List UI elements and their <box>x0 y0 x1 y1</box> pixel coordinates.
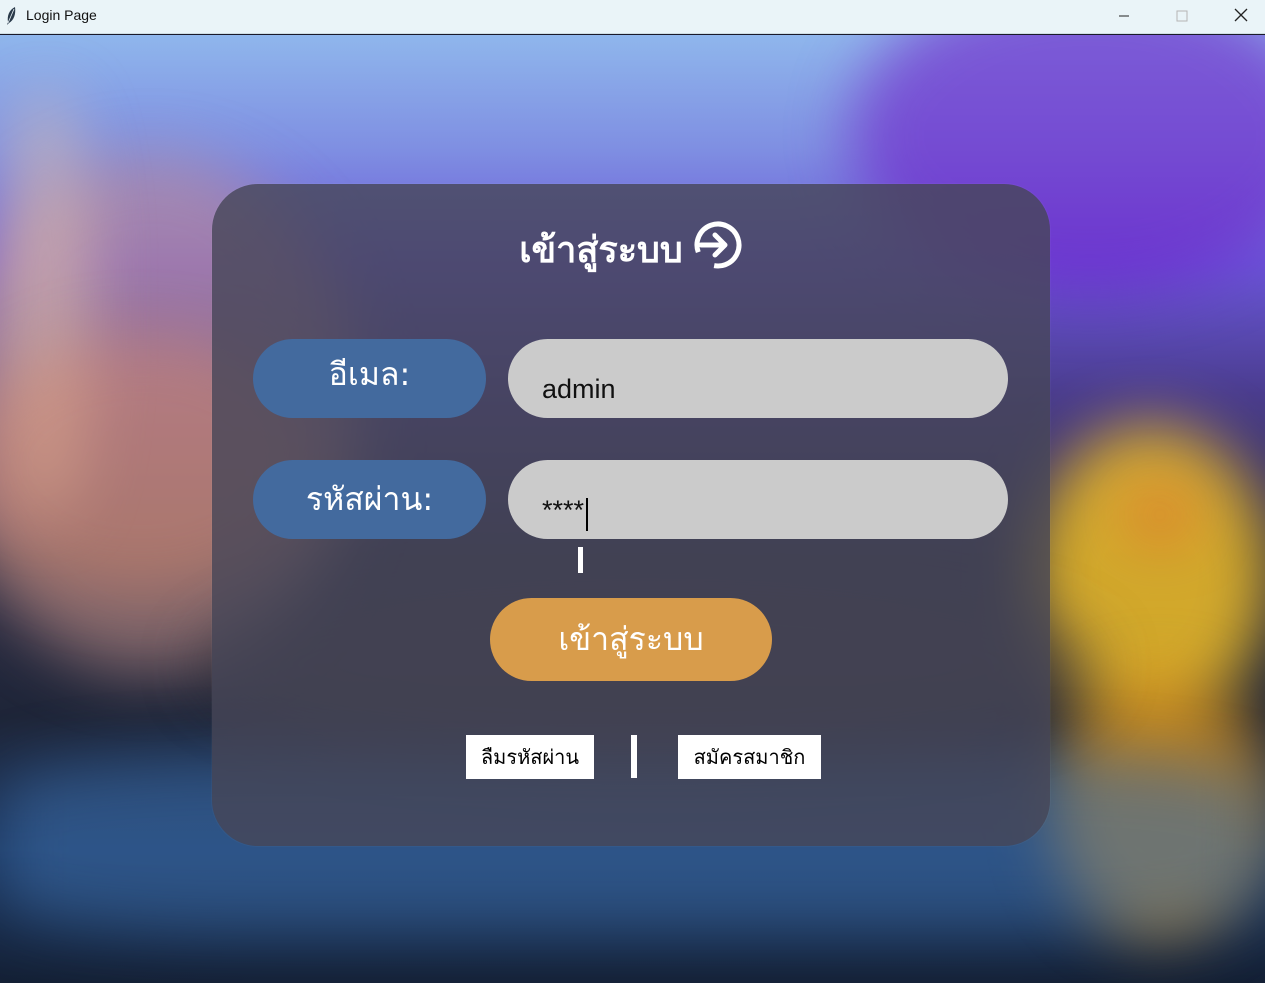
link-divider <box>631 735 637 778</box>
email-field[interactable] <box>508 339 1008 418</box>
close-button[interactable] <box>1212 0 1265 33</box>
register-link[interactable]: สมัครสมาชิก <box>678 735 821 779</box>
minimize-icon <box>1118 7 1130 26</box>
login-heading-text: เข้าสู่ระบบ <box>519 230 683 271</box>
email-label: อีเมล: <box>253 339 486 418</box>
close-icon <box>1234 7 1248 26</box>
login-heading: เข้าสู่ระบบ <box>212 220 1050 279</box>
title-bar: Login Page <box>0 0 1265 34</box>
login-arrow-icon <box>693 220 743 279</box>
password-field[interactable] <box>508 460 1008 539</box>
login-button[interactable]: เข้าสู่ระบบ <box>490 598 772 681</box>
login-window: Login Page เข้าสู่ระบบ อีเมล: admin รหัส… <box>0 0 1265 983</box>
window-title: Login Page <box>26 7 97 23</box>
minimize-button[interactable] <box>1095 0 1153 33</box>
login-card: เข้าสู่ระบบ อีเมล: รหัสผ่าน: เข้าสู่ระบบ… <box>212 184 1050 846</box>
cursor-marker <box>578 547 583 573</box>
feather-icon <box>5 6 17 26</box>
text-cursor <box>586 498 588 531</box>
maximize-icon <box>1176 7 1188 26</box>
maximize-button[interactable] <box>1153 0 1211 33</box>
password-label: รหัสผ่าน: <box>253 460 486 539</box>
forgot-password-link[interactable]: ลืมรหัสผ่าน <box>466 735 594 779</box>
